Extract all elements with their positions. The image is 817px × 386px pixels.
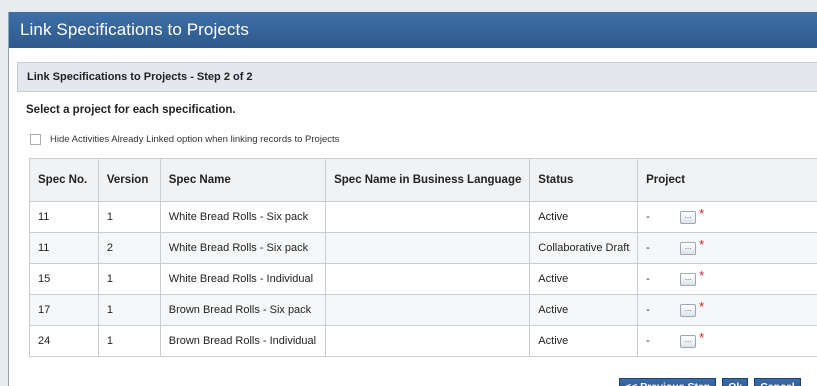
project-picker-button[interactable]: ... <box>680 334 697 348</box>
cell-project: - ... * <box>637 294 817 326</box>
required-mark: * <box>699 268 705 283</box>
hide-linked-option[interactable]: Hide Activities Already Linked option wh… <box>30 131 339 147</box>
cell-spec-no: 11 <box>29 201 99 233</box>
col-spec-no: Spec No. <box>29 158 99 202</box>
hide-linked-checkbox[interactable] <box>30 133 41 145</box>
project-value: - <box>646 242 650 254</box>
cancel-button[interactable]: Cancel <box>754 378 801 386</box>
cell-project: - ... * <box>637 325 817 357</box>
project-value: - <box>646 304 650 316</box>
cell-version: 1 <box>97 294 161 326</box>
specs-table: Spec No. Version Spec Name Spec Name in … <box>29 158 817 357</box>
cell-version: 2 <box>97 232 161 264</box>
project-picker-button[interactable]: ... <box>680 303 697 317</box>
previous-step-button[interactable]: << Previous Step <box>619 378 717 386</box>
table-header-row: Spec No. Version Spec Name Spec Name in … <box>29 158 817 202</box>
project-value: - <box>646 273 650 285</box>
cell-version: 1 <box>97 325 161 357</box>
cell-spec-name: Brown Bread Rolls - Individual <box>159 325 327 357</box>
cell-project: - ... * <box>637 232 817 264</box>
cell-spec-name: White Bread Rolls - Six pack <box>159 232 327 264</box>
required-mark: * <box>699 299 705 314</box>
instruction-text: Select a project for each specification. <box>26 104 236 116</box>
cell-spec-name: Brown Bread Rolls - Six pack <box>159 294 327 326</box>
col-version: Version <box>97 158 161 202</box>
table-row: 11 2 White Bread Rolls - Six pack Collab… <box>29 232 817 264</box>
cell-business-name <box>325 263 531 295</box>
cell-business-name <box>325 294 531 326</box>
cell-project: - ... * <box>637 201 817 233</box>
col-spec-name: Spec Name <box>159 158 327 202</box>
dialog-title: Link Specifications to Projects <box>9 12 817 48</box>
project-value: - <box>646 211 650 223</box>
table-row: 15 1 White Bread Rolls - Individual Acti… <box>29 263 817 295</box>
project-picker-button[interactable]: ... <box>680 272 697 286</box>
cell-spec-no: 24 <box>29 325 99 357</box>
cell-spec-no: 11 <box>29 232 99 264</box>
step-label: Link Specifications to Projects - Step 2… <box>27 71 253 83</box>
cell-spec-no: 17 <box>29 294 99 326</box>
cell-version: 1 <box>97 263 161 295</box>
cell-status: Active <box>529 201 639 233</box>
required-mark: * <box>699 206 705 221</box>
cell-business-name <box>325 201 531 233</box>
cell-version: 1 <box>97 201 161 233</box>
link-specs-dialog: Link Specifications to Projects Link Spe… <box>8 12 817 386</box>
project-picker-button[interactable]: ... <box>680 241 697 255</box>
hide-linked-label: Hide Activities Already Linked option wh… <box>50 133 340 145</box>
cell-business-name <box>325 325 531 357</box>
table-row: 17 1 Brown Bread Rolls - Six pack Active… <box>29 294 817 326</box>
cell-status: Active <box>529 263 639 295</box>
table-row: 24 1 Brown Bread Rolls - Individual Acti… <box>29 325 817 357</box>
cell-spec-name: White Bread Rolls - Six pack <box>159 201 327 233</box>
col-status: Status <box>529 158 639 202</box>
project-picker-button[interactable]: ... <box>680 210 697 224</box>
cell-status: Active <box>529 294 639 326</box>
col-project: Project <box>637 158 817 202</box>
cell-status: Active <box>529 325 639 357</box>
ok-button[interactable]: Ok <box>722 378 749 386</box>
required-mark: * <box>699 330 705 345</box>
required-mark: * <box>699 237 705 252</box>
step-header: Link Specifications to Projects - Step 2… <box>17 62 817 92</box>
project-value: - <box>646 335 650 347</box>
col-business-name: Spec Name in Business Language <box>325 158 531 202</box>
table-row: 11 1 White Bread Rolls - Six pack Active… <box>29 201 817 233</box>
cell-status: Collaborative Draft <box>529 232 639 264</box>
dialog-actions: << Previous Step Ok Cancel <box>619 378 801 386</box>
cell-spec-no: 15 <box>29 263 99 295</box>
cell-spec-name: White Bread Rolls - Individual <box>159 263 327 295</box>
cell-project: - ... * <box>637 263 817 295</box>
cell-business-name <box>325 232 531 264</box>
